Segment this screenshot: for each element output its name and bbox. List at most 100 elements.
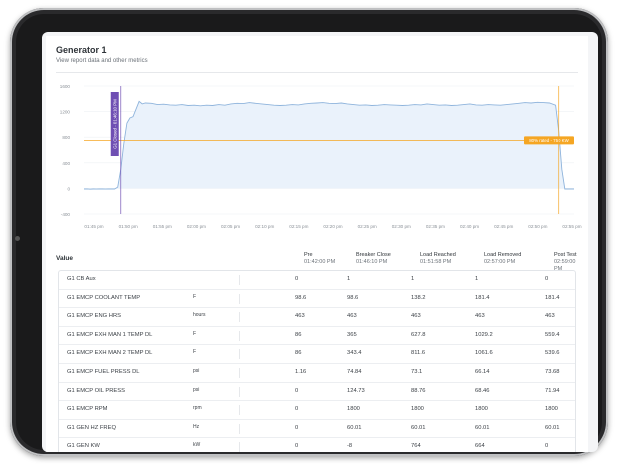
metric-value: 74.84 — [347, 368, 362, 375]
metric-value: 0 — [545, 443, 549, 450]
x-tick-label: 02:55 pm — [562, 224, 581, 229]
x-tick-label: 02:10 pm — [255, 224, 274, 229]
metric-value: 1061.6 — [475, 350, 493, 357]
metric-name: G1 EMCP RPM — [67, 406, 108, 413]
y-tick-label: 400 — [62, 161, 70, 166]
column-divider — [239, 330, 240, 341]
x-tick-label: 02:25 pm — [358, 224, 377, 229]
series-area — [84, 101, 574, 190]
column-divider — [239, 386, 240, 397]
x-tick-label: 02:30 pm — [392, 224, 411, 229]
table-row: G1 GEN HZ FREQ Hz 0 60.01 60.01 60.01 60.01 — [59, 420, 575, 439]
metric-name: G1 EMCP EXH MAN 2 TEMP DL — [67, 350, 153, 357]
page-subtitle: View report data and other metrics — [56, 58, 148, 64]
metric-value: 68.46 — [475, 387, 490, 394]
x-tick-label: 02:35 pm — [426, 224, 445, 229]
metric-name: G1 EMCP EXH MAN 1 TEMP DL — [67, 331, 153, 338]
metric-name: G1 EMCP ENG HRS — [67, 313, 122, 320]
metric-name: G1 EMCP OIL PRESS — [67, 387, 125, 394]
metric-unit: hours — [193, 312, 206, 319]
metric-unit: F — [193, 293, 197, 300]
metric-value: 0 — [295, 387, 299, 394]
metric-value: 60.01 — [545, 424, 560, 431]
metric-value: 71.94 — [545, 387, 560, 394]
y-tick-label: 0 — [67, 186, 70, 191]
table-row: G1 EMCP OIL PRESS psi 0 124.73 88.76 68.46 71.… — [59, 383, 575, 402]
column-header: Breaker Close 01:46:10 PM — [356, 252, 391, 266]
metric-value: 1.16 — [295, 368, 307, 375]
metric-value: 60.01 — [347, 424, 362, 431]
metric-value: 138.2 — [411, 294, 426, 301]
metric-unit: psi — [193, 367, 200, 374]
metric-value: 1029.2 — [475, 331, 493, 338]
metric-value: 463 — [545, 313, 555, 320]
metric-name: G1 EMCP COOLANT TEMP — [67, 294, 141, 301]
column-divider — [239, 349, 240, 360]
metric-value: -8 — [347, 443, 353, 450]
column-title: Load Reached — [420, 252, 456, 258]
metric-value: 1 — [475, 276, 479, 282]
x-tick-label: 01:45 pm — [84, 224, 103, 229]
column-time: 01:46:10 PM — [356, 259, 388, 265]
metric-value: 1 — [411, 276, 415, 282]
column-divider — [239, 405, 240, 416]
x-tick-label: 02:15 pm — [289, 224, 308, 229]
column-divider — [239, 442, 240, 452]
metric-value: 1800 — [347, 406, 360, 413]
column-time: 02:57:00 PM — [484, 259, 516, 265]
metric-name: G1 GEN HZ FREQ — [67, 424, 116, 431]
metric-value: 764 — [411, 443, 421, 450]
metric-value: 463 — [475, 313, 485, 320]
metric-value: 86 — [295, 350, 302, 357]
app-screen: Generator 1 View report data and other m… — [42, 32, 598, 452]
metric-value: 124.73 — [347, 387, 365, 394]
metric-unit: rpm — [193, 405, 202, 412]
metric-value: 1800 — [411, 406, 424, 413]
metric-unit: kW — [193, 442, 201, 449]
table-row: G1 EMCP COOLANT TEMP F 98.6 98.6 138.2 181.4 1… — [59, 290, 575, 309]
y-tick-label: 1200 — [60, 110, 71, 115]
column-time: 01:51:58 PM — [420, 259, 452, 265]
metric-value: 627.8 — [411, 331, 426, 338]
y-tick-label: 800 — [62, 135, 70, 140]
threshold-label: 80% rated - 750 KW — [529, 138, 569, 143]
table-row: G1 EMCP RPM rpm 0 1800 1800 1800 1800 — [59, 401, 575, 420]
header-divider — [56, 72, 578, 73]
metric-value: 66.14 — [475, 368, 490, 375]
page-title: Generator 1 — [56, 45, 107, 55]
x-tick-label: 02:50 pm — [528, 224, 547, 229]
value-column-header: Value — [56, 255, 73, 262]
metric-value: 73.1 — [411, 368, 423, 375]
x-tick-label: 02:05 pm — [221, 224, 240, 229]
x-tick-label: 01:55 pm — [153, 224, 172, 229]
x-tick-label: 02:20 pm — [323, 224, 342, 229]
metric-value: 88.76 — [411, 387, 426, 394]
metric-value: 0 — [295, 424, 299, 431]
metric-value: 365 — [347, 331, 357, 338]
metric-value: 559.4 — [545, 331, 560, 338]
column-divider — [239, 293, 240, 304]
table-row: G1 CB Aux 0 1 1 1 0 — [59, 271, 575, 290]
table-row: G1 EMCP EXH MAN 1 TEMP DL F 86 365 627.8 1029… — [59, 327, 575, 346]
metric-value: 73.68 — [545, 368, 560, 375]
table-row: G1 EMCP FUEL PRESS DL psi 1.16 74.84 73.1 66.… — [59, 364, 575, 383]
metric-value: 86 — [295, 331, 302, 338]
metric-value: 463 — [295, 313, 305, 320]
metric-unit: Hz — [193, 423, 200, 430]
metric-value: 664 — [475, 443, 485, 450]
metric-value: 98.6 — [347, 294, 359, 301]
metric-value: 60.01 — [411, 424, 426, 431]
table-row: G1 GEN KW kW 0 -8 764 664 0 — [59, 438, 575, 452]
table-header: Value Pre 01:42:00 PM Breaker Close 01:46:1… — [56, 248, 578, 272]
metric-value: 0 — [545, 276, 549, 282]
metric-value: 60.01 — [475, 424, 490, 431]
column-time: 01:42:00 PM — [304, 259, 336, 265]
column-header: Load Reached 01:51:58 PM — [420, 252, 456, 266]
column-title: Pre — [304, 252, 313, 258]
column-divider — [239, 367, 240, 378]
metric-value: 0 — [295, 406, 299, 413]
x-tick-label: 02:00 pm — [187, 224, 206, 229]
metric-name: G1 EMCP FUEL PRESS DL — [67, 368, 140, 375]
metric-value: 0 — [295, 443, 299, 450]
column-divider — [239, 275, 240, 285]
